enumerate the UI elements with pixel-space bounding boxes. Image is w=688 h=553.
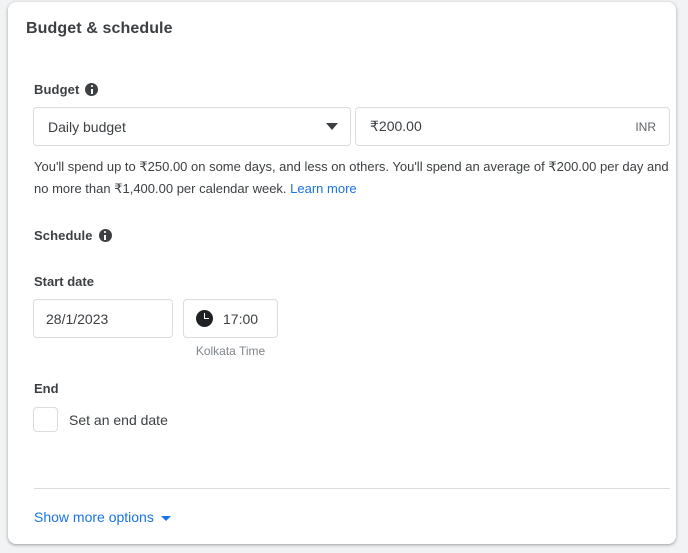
start-time-value: 17:00 bbox=[223, 310, 259, 327]
budget-help-text: You'll spend up to ₹250.00 on some days,… bbox=[34, 156, 674, 200]
timezone-label: Kolkata Time bbox=[195, 344, 266, 358]
budget-amount-field[interactable]: INR bbox=[355, 107, 670, 146]
chevron-down-icon bbox=[326, 123, 338, 130]
budget-row: Daily budget INR bbox=[33, 107, 670, 146]
clock-icon bbox=[196, 310, 213, 327]
end-label: End bbox=[34, 381, 59, 396]
budget-amount-input[interactable] bbox=[370, 118, 636, 135]
budget-schedule-card: Budget & schedule Budget Daily budget IN… bbox=[8, 2, 676, 544]
divider bbox=[34, 488, 670, 489]
budget-type-select[interactable]: Daily budget bbox=[33, 107, 351, 146]
set-end-date-label: Set an end date bbox=[69, 411, 168, 428]
learn-more-link[interactable]: Learn more bbox=[290, 181, 356, 196]
start-date-input[interactable] bbox=[33, 299, 173, 338]
info-icon[interactable] bbox=[85, 83, 99, 96]
start-date-label: Start date bbox=[34, 274, 94, 289]
set-end-date-checkbox[interactable] bbox=[33, 407, 58, 432]
info-icon[interactable] bbox=[98, 229, 112, 242]
budget-section-label: Budget bbox=[34, 82, 99, 97]
budget-type-value: Daily budget bbox=[48, 118, 126, 135]
show-more-options-label: Show more options bbox=[34, 509, 154, 525]
schedule-label-text: Schedule bbox=[34, 228, 93, 243]
show-more-options-button[interactable]: Show more options bbox=[34, 509, 171, 525]
page-title: Budget & schedule bbox=[26, 20, 173, 37]
schedule-section-label: Schedule bbox=[34, 228, 112, 243]
budget-label-text: Budget bbox=[34, 82, 80, 97]
set-end-date-row[interactable]: Set an end date bbox=[33, 407, 168, 432]
chevron-down-icon bbox=[160, 515, 171, 521]
budget-currency-label: INR bbox=[635, 119, 656, 134]
start-time-field[interactable]: 17:00 bbox=[183, 299, 278, 338]
